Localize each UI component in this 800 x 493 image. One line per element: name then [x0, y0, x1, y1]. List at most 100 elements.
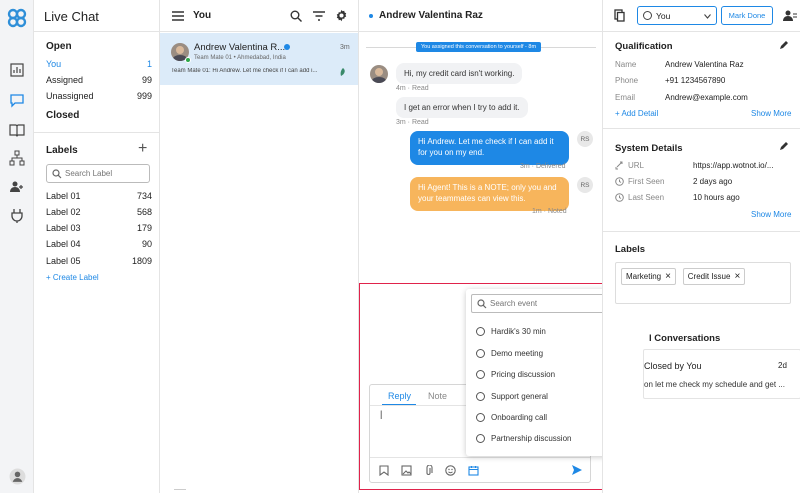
nav-item-unassigned[interactable]: Unassigned 999	[46, 89, 152, 103]
detail-value: 10 hours ago	[693, 193, 740, 202]
agent-avatar: RS	[577, 131, 593, 147]
event-option[interactable]: Demo meeting	[476, 349, 543, 358]
emoji-icon[interactable]	[445, 465, 456, 476]
labels-box[interactable]: Marketing × Credit Issue ×	[615, 262, 791, 304]
mark-done-button[interactable]: Mark Done	[721, 6, 773, 25]
list-footer-handle	[174, 489, 186, 490]
event-option[interactable]: Support general	[476, 392, 548, 401]
reports-icon[interactable]	[9, 62, 25, 78]
search-icon[interactable]	[290, 10, 302, 22]
nav-item-label: You	[46, 59, 62, 69]
nav-item-you[interactable]: You 1	[46, 57, 152, 71]
create-label-link[interactable]: + Create Label	[46, 273, 99, 282]
conversation-header: Andrew Valentina Raz	[359, 0, 602, 32]
assignee-value: You	[656, 11, 671, 21]
closed-heading[interactable]: Closed	[46, 110, 79, 121]
label-name: Label 01	[46, 191, 81, 201]
nav-item-count: 999	[136, 91, 152, 101]
nav-item-assigned[interactable]: Assigned 99	[46, 73, 152, 87]
conversation-item-selected[interactable]: Andrew Valentina R... 3m Team Mate 01 • …	[160, 33, 358, 85]
details-header: You Mark Done	[603, 0, 800, 32]
event-option[interactable]: Hardik's 30 min	[476, 327, 546, 336]
remove-label-icon[interactable]: ×	[734, 271, 740, 282]
icon-rail	[0, 0, 34, 493]
bookmark-icon[interactable]	[379, 465, 389, 476]
send-icon[interactable]	[571, 464, 583, 476]
qualification-row: Email Andrew@example.com	[615, 93, 795, 102]
image-icon[interactable]	[401, 465, 412, 476]
team-icon[interactable]	[9, 179, 25, 195]
whatsapp-leaf-icon	[340, 68, 345, 76]
nav-item-count: 99	[141, 75, 152, 85]
agent-avatar: RS	[577, 177, 593, 193]
outgoing-message: Hi Andrew. Let me check if I can add it …	[410, 131, 569, 165]
label-item[interactable]: Label 04 90	[46, 237, 152, 251]
label-item[interactable]: Label 03 179	[46, 221, 152, 235]
user-avatar-icon[interactable]	[9, 468, 26, 485]
label-count: 734	[136, 191, 152, 201]
event-option-label: Pricing discussion	[491, 370, 556, 379]
divider	[603, 231, 800, 232]
settings-gear-icon[interactable]	[335, 9, 348, 22]
past-conversation-card[interactable]: Closed by You 2d on let me check my sche…	[643, 349, 800, 399]
label-count: 568	[136, 207, 152, 217]
show-more-link[interactable]: Show More	[751, 210, 791, 219]
add-label-icon[interactable]: +	[138, 140, 147, 158]
label-name: Label 05	[46, 256, 81, 266]
page-title: Live Chat	[44, 9, 99, 24]
details-panel: You Mark Done Qualification Name Andrew V…	[602, 0, 800, 493]
assignee-select[interactable]: You	[637, 6, 717, 25]
label-search-box[interactable]	[46, 164, 150, 183]
incoming-message: Hi, my credit card isn't working.	[396, 63, 523, 84]
label-item[interactable]: Label 01 734	[46, 189, 152, 203]
label-item[interactable]: Label 05 1809	[46, 254, 152, 268]
search-icon	[52, 169, 62, 179]
show-more-link[interactable]: Show More	[751, 109, 791, 118]
label-tag-text: Credit Issue	[687, 272, 731, 281]
qualification-row: Name Andrew Valentina Raz	[615, 60, 795, 69]
label-tag: Marketing ×	[621, 268, 676, 285]
integrations-icon[interactable]	[9, 208, 25, 224]
menu-icon[interactable]	[172, 11, 184, 21]
event-option[interactable]: Onboarding call	[476, 413, 547, 422]
detail-value: Andrew Valentina Raz	[665, 60, 744, 69]
hierarchy-icon[interactable]	[9, 150, 25, 166]
remove-label-icon[interactable]: ×	[665, 271, 671, 282]
event-option-label: Onboarding call	[491, 413, 548, 422]
nav-item-label: Assigned	[46, 75, 84, 85]
calendar-icon[interactable]	[468, 465, 479, 476]
add-detail-link[interactable]: + Add Detail	[615, 109, 658, 118]
clock-icon	[615, 177, 624, 186]
label-name: Label 03	[46, 223, 81, 233]
event-option[interactable]: Pricing discussion	[476, 370, 555, 379]
edit-pencil-icon[interactable]	[779, 40, 789, 50]
online-status-dot	[185, 57, 191, 63]
tab-reply[interactable]: Reply	[388, 391, 411, 401]
detail-value: 2 days ago	[693, 177, 733, 186]
detail-label: First Seen	[628, 177, 665, 186]
edit-pencil-icon[interactable]	[779, 141, 789, 151]
note-message: Hi Agent! This is a NOTE; only you and y…	[410, 177, 569, 211]
status-dot	[369, 14, 373, 18]
knowledge-base-icon[interactable]	[9, 122, 25, 138]
label-tag-text: Marketing	[626, 272, 662, 281]
copy-icon[interactable]	[614, 9, 625, 22]
chat-icon[interactable]	[9, 92, 25, 108]
filter-icon[interactable]	[313, 11, 325, 21]
detail-label: Email	[615, 93, 636, 102]
contact-avatar	[370, 65, 388, 83]
message-meta: 1m · Noted	[532, 208, 567, 215]
logo-icon[interactable]	[7, 8, 27, 28]
label-search-input[interactable]	[65, 167, 147, 180]
message-meta: 3m · Delivered	[520, 163, 566, 170]
contact-profile-icon[interactable]	[783, 9, 797, 22]
tab-note[interactable]: Note	[428, 391, 447, 401]
qualification-title: Qualification	[615, 41, 673, 52]
detail-value: https://app.wotnot.io/...	[693, 161, 774, 170]
attachment-icon[interactable]	[424, 465, 433, 477]
detail-label: URL	[628, 161, 645, 170]
conversation-time: 3m	[340, 44, 350, 51]
event-option[interactable]: Partnership discussion	[476, 434, 571, 443]
qualification-row: Phone +91 1234567890	[615, 76, 795, 85]
label-item[interactable]: Label 02 568	[46, 205, 152, 219]
